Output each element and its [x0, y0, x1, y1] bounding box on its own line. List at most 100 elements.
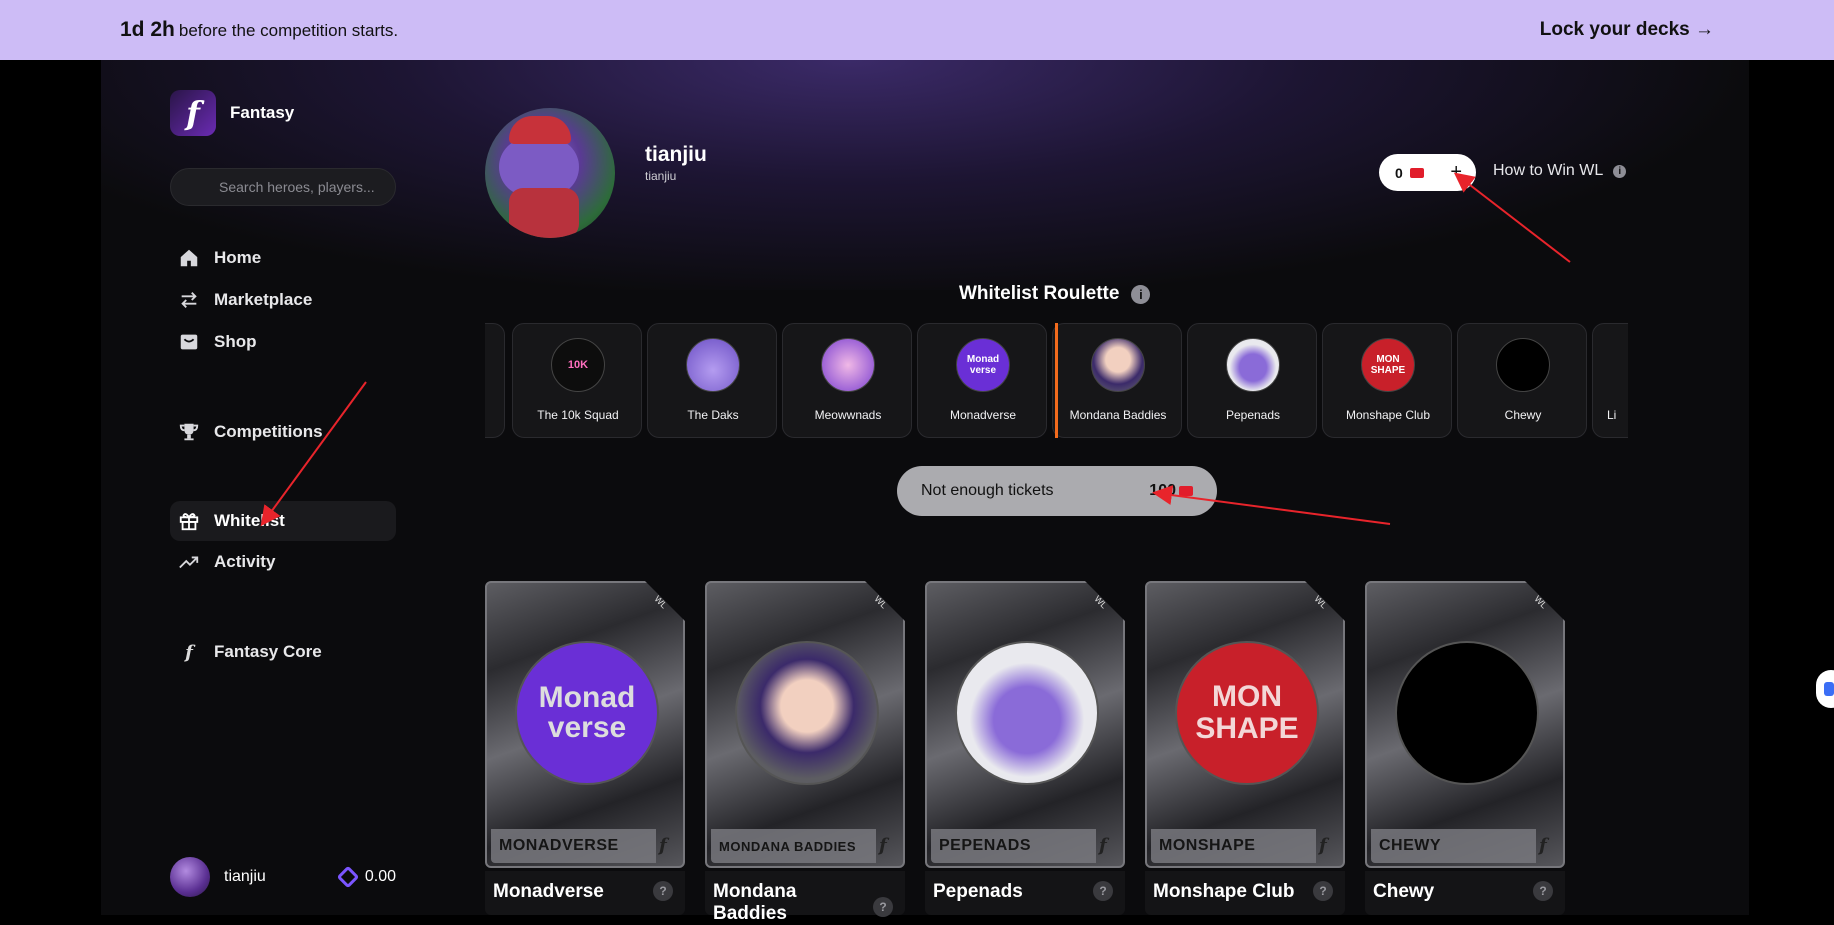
roulette-item: Li: [1592, 323, 1628, 438]
chewy-art: [1395, 641, 1539, 785]
help-icon[interactable]: ?: [1313, 881, 1333, 901]
roulette-item-label: Chewy: [1504, 408, 1542, 422]
fantasy-f-icon: f: [879, 835, 887, 856]
10k-squad-logo-icon: 10K: [551, 338, 605, 392]
help-icon[interactable]: ?: [1093, 881, 1113, 901]
fantasy-f-icon: f: [185, 641, 193, 663]
spin-button[interactable]: Not enough tickets 100: [897, 466, 1217, 516]
wl-corner-tag: WL: [1091, 593, 1109, 611]
roulette-item-label: Mondana Baddies: [1069, 408, 1167, 422]
wl-corner-tag: WL: [1531, 593, 1549, 611]
roulette-item: MON SHAPE Monshape Club: [1322, 323, 1452, 438]
spin-cost: 100: [1149, 482, 1193, 500]
fantasy-f-icon: f: [1319, 835, 1327, 856]
monshape-logo-icon: MON SHAPE: [1361, 338, 1415, 392]
swap-arrows-icon: [176, 287, 202, 313]
fantasy-f-icon: f: [1099, 835, 1107, 856]
nav-item-whitelist[interactable]: Whitelist: [170, 501, 396, 541]
prize-card-band: PEPENADS: [931, 829, 1096, 863]
prize-card-title: Monshape Club: [1153, 881, 1295, 902]
roulette-item-label: Pepenads: [1225, 408, 1281, 422]
prize-card[interactable]: WL MONDANA BADDIES f Mondana Baddies?: [705, 581, 905, 924]
monshape-art: MON SHAPE: [1175, 641, 1319, 785]
roulette-item-label: The Daks: [687, 408, 739, 422]
prize-card-band: MONSHAPE: [1151, 829, 1316, 863]
balance-value: 0.00: [364, 868, 396, 885]
roulette-item: [485, 323, 505, 438]
chewy-logo-icon: [1496, 338, 1550, 392]
competition-banner: 1d 2h before the competition starts. Lock…: [0, 0, 1834, 60]
roulette-item-label: The 10k Squad: [537, 408, 619, 422]
roulette-item-label: Meowwnads: [814, 408, 882, 422]
profile-handle: tianjiu: [645, 169, 677, 183]
prize-card-title: Chewy: [1373, 881, 1435, 902]
nav-item-home[interactable]: Home: [170, 238, 396, 278]
side-widget-tab[interactable]: [1816, 670, 1834, 708]
add-tickets-button[interactable]: +: [1450, 161, 1462, 184]
nav-label: Marketplace: [214, 290, 313, 309]
brand-logo[interactable]: f Fantasy: [170, 90, 294, 136]
roulette-item: Meowwnads: [782, 323, 912, 438]
wl-corner-tag: WL: [1311, 593, 1329, 611]
prize-card[interactable]: WL MON SHAPE MONSHAPE f Monshape Club?: [1145, 581, 1345, 915]
prize-card[interactable]: WL CHEWY f Chewy?: [1365, 581, 1565, 915]
mondana-baddies-logo-icon: [1091, 338, 1145, 392]
nav-item-shop[interactable]: Shop: [170, 322, 396, 362]
fantasy-f-icon: f: [1539, 835, 1547, 856]
prize-card[interactable]: WL PEPENADS f Pepenads?: [925, 581, 1125, 915]
countdown: 1d 2h before the competition starts.: [120, 18, 398, 42]
prize-card-band: CHEWY: [1371, 829, 1536, 863]
countdown-time: 1d 2h: [120, 18, 175, 41]
prize-card-title: Mondana Baddies: [713, 881, 797, 924]
wl-corner-tag: WL: [651, 593, 669, 611]
nav-label: Activity: [214, 552, 276, 571]
mondana-baddies-art: [735, 641, 879, 785]
help-icon[interactable]: ?: [873, 897, 893, 917]
spin-status: Not enough tickets: [921, 482, 1054, 499]
pepenads-art: [955, 641, 1099, 785]
lock-decks-link[interactable]: Lock your decks →: [1540, 19, 1714, 41]
tickets-counter: 0 +: [1379, 154, 1476, 191]
roulette-item-label: Li: [1607, 408, 1617, 422]
user-name: tianjiu: [224, 868, 266, 885]
ticket-count: 0: [1395, 164, 1403, 181]
monadverse-logo-icon: Monad verse: [956, 338, 1010, 392]
trending-up-icon: [176, 549, 202, 575]
prize-card-band: MONDANA BADDIES: [711, 829, 876, 863]
user-balance: 0.00: [336, 865, 396, 889]
roulette-item: The Daks: [647, 323, 777, 438]
nav-item-activity[interactable]: Activity: [170, 542, 396, 582]
home-icon: [176, 245, 202, 271]
prize-card-title: Pepenads: [933, 881, 1023, 902]
nav-label: Shop: [214, 332, 257, 351]
help-icon[interactable]: ?: [653, 881, 673, 901]
fantasy-logo-icon: f: [170, 90, 216, 136]
roulette-info-icon[interactable]: i: [1131, 284, 1151, 304]
balance-diamond-icon: [336, 865, 360, 889]
roulette-item: Pepenads: [1187, 323, 1317, 438]
countdown-suffix: before the competition starts.: [178, 21, 399, 40]
prize-card-title: Monadverse: [493, 881, 604, 902]
nav-item-fantasy-core[interactable]: f Fantasy Core: [170, 632, 396, 672]
page-margin-right: [1749, 60, 1834, 915]
meowwnads-logo-icon: [821, 338, 875, 392]
help-icon[interactable]: ?: [1533, 881, 1553, 901]
page-margin-left: [0, 60, 101, 915]
nav-item-marketplace[interactable]: Marketplace: [170, 280, 396, 320]
monadverse-art: Monad verse: [515, 641, 659, 785]
ticket-icon: [1179, 486, 1193, 496]
search-input[interactable]: Search heroes, players...: [170, 168, 396, 206]
brand-name: Fantasy: [230, 103, 295, 122]
how-to-win-link[interactable]: How to Win WL i: [1493, 162, 1627, 180]
roulette-title: Whitelist Roulette i: [959, 283, 1151, 305]
user-bar[interactable]: tianjiu 0.00: [170, 855, 396, 899]
roulette-title-text: Whitelist Roulette: [959, 283, 1120, 304]
nav-item-competitions[interactable]: Competitions: [170, 412, 396, 452]
nav-label: Fantasy Core: [214, 642, 322, 661]
trophy-icon: [176, 419, 202, 445]
prize-card[interactable]: WL Monad verse MONADVERSE f Monadverse?: [485, 581, 685, 915]
roulette-item: Monad verse Monadverse: [917, 323, 1047, 438]
roulette-pointer: [1055, 323, 1058, 438]
ticket-icon: [1409, 167, 1424, 178]
roulette-item-label: Monshape Club: [1345, 408, 1431, 422]
